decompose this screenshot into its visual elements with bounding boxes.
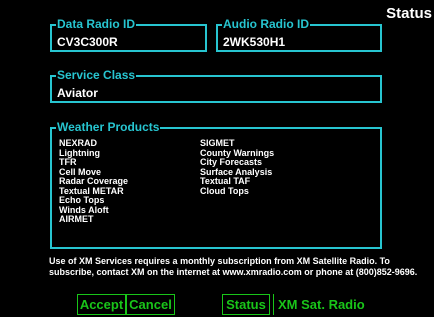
data-radio-id-label: Data Radio ID [56,17,137,31]
accept-softkey[interactable]: Accept [77,294,126,315]
page-title: Status [386,5,432,22]
weather-product-item: Cloud Tops [200,185,249,196]
weather-products-box: Weather Products NEXRAD Lightning TFR Ce… [50,120,382,249]
weather-products-column-1: NEXRAD Lightning TFR Cell Move Radar Cov… [59,138,128,225]
softkey-divider [273,294,274,315]
service-class-value: Aviator [57,86,98,100]
weather-products-column-2: SIGMET County Warnings City Forecasts Su… [200,138,274,196]
xm-sat-radio-label: XM Sat. Radio [278,297,365,312]
subscription-note: Use of XM Services requires a monthly su… [49,256,418,277]
audio-radio-id-label: Audio Radio ID [222,17,310,31]
data-radio-id-value: CV3C300R [57,35,118,49]
audio-radio-id-box: Audio Radio ID 2WK530H1 [216,17,382,52]
cancel-softkey[interactable]: Cancel [126,294,175,315]
service-class-label: Service Class [56,68,137,82]
weather-product-item: AIRMET [59,214,94,224]
status-softkey[interactable]: Status [222,294,270,315]
audio-radio-id-value: 2WK530H1 [223,35,286,49]
weather-products-label: Weather Products [56,120,161,134]
data-radio-id-box: Data Radio ID CV3C300R [50,17,207,52]
service-class-box: Service Class Aviator [50,68,382,103]
